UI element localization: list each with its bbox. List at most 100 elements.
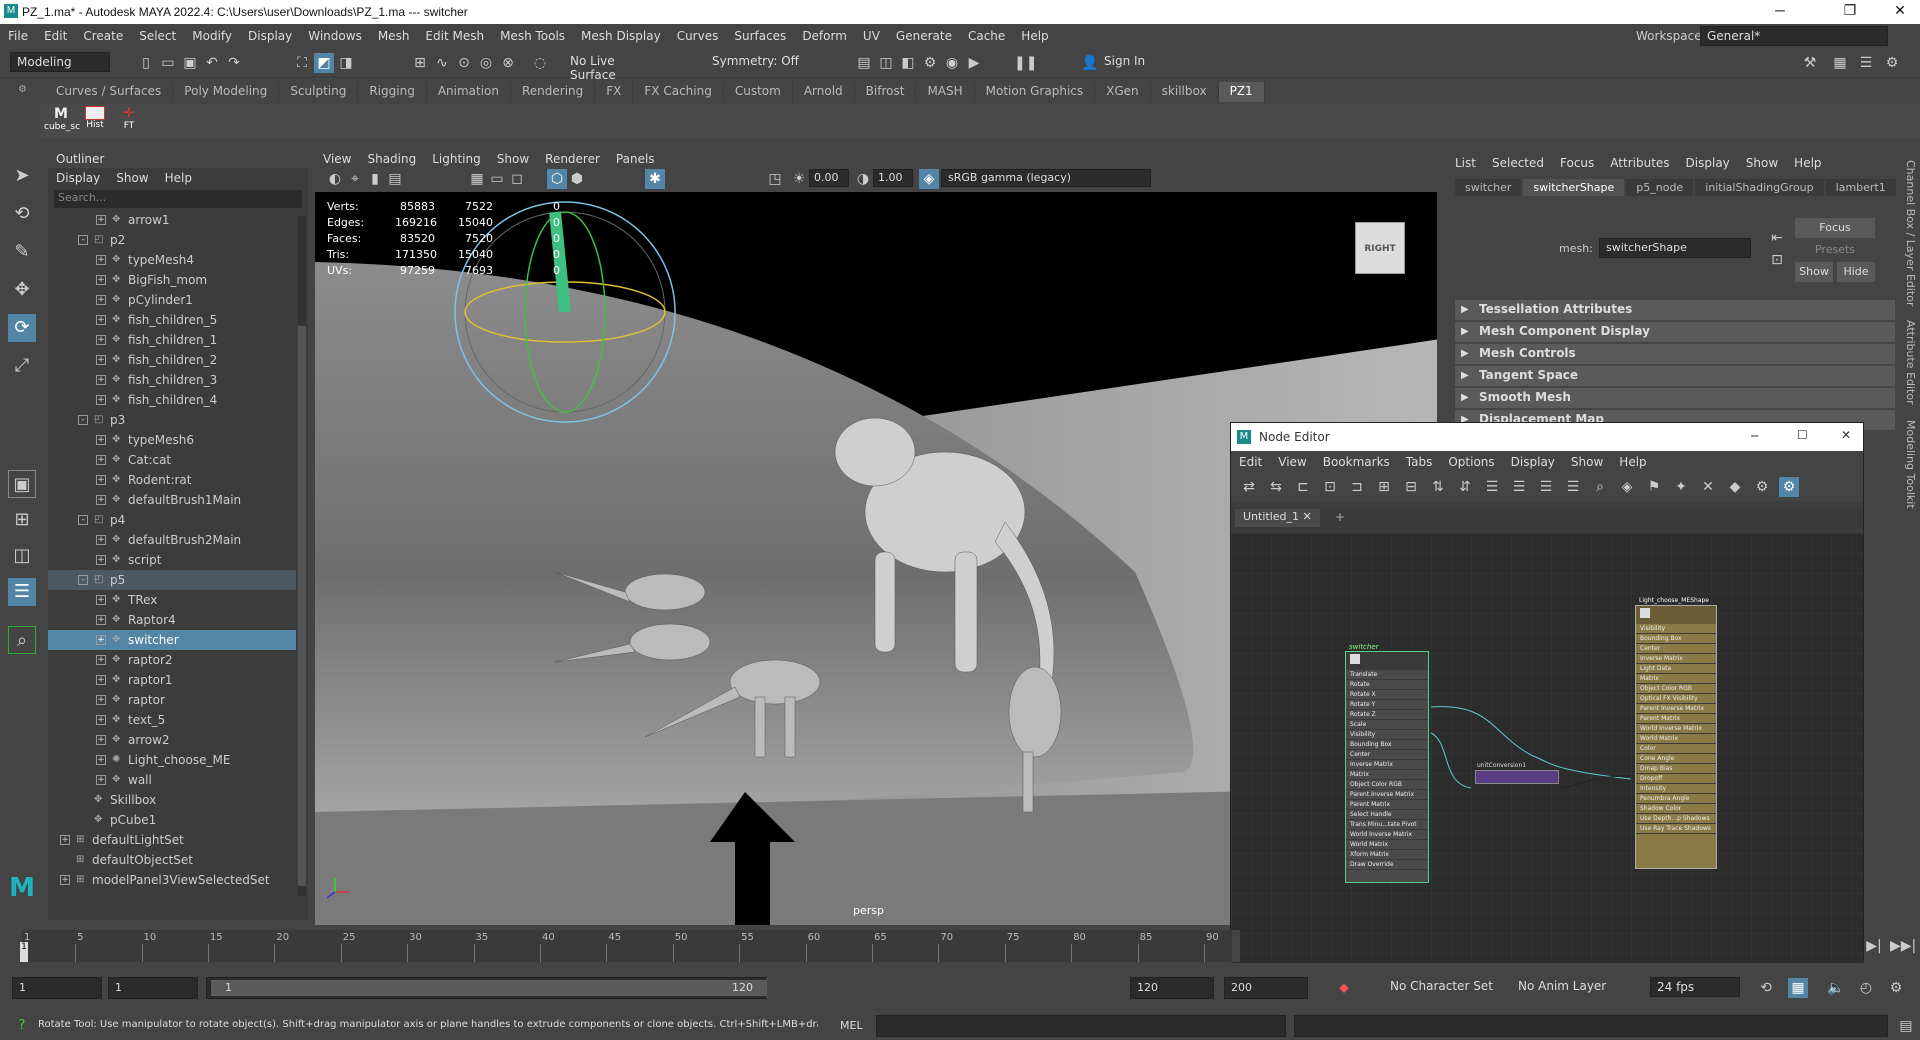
paint-select-icon[interactable]: ✎ — [8, 238, 36, 266]
ne-menu-help[interactable]: Help — [1611, 455, 1654, 469]
shelf-button-hist[interactable]: Hist — [80, 106, 110, 136]
node-attribute[interactable]: Translate — [1346, 670, 1428, 680]
ae-menu-attributes[interactable]: Attributes — [1602, 156, 1677, 170]
outliner-item[interactable]: + ✥ Rodent:rat — [48, 470, 296, 490]
viewport-menu-panels[interactable]: Panels — [608, 152, 663, 166]
render-frame-icon[interactable]: ◫ — [876, 53, 896, 73]
outliner-item[interactable]: + ✥ Raptor4 — [48, 610, 296, 630]
four-view-icon[interactable]: ⊞ — [8, 506, 36, 534]
tab-untitled[interactable]: Untitled_1 ✕ — [1235, 509, 1320, 527]
expand-icon[interactable]: + — [96, 255, 106, 265]
outliner-item[interactable]: + ✥ fish_children_4 — [48, 390, 296, 410]
redo-icon[interactable]: ↷ — [224, 53, 244, 73]
clear-icon[interactable]: ✕ — [1698, 477, 1718, 497]
shelf-tab-arnold[interactable]: Arnold — [793, 82, 855, 102]
node-attribute[interactable]: Trans Minu...tate Pivot — [1346, 820, 1428, 830]
expand-icon[interactable]: + — [96, 555, 106, 565]
pause-render-icon[interactable]: ❚❚ — [1014, 53, 1037, 73]
menu-mesh-display[interactable]: Mesh Display — [573, 29, 669, 43]
character-set-dropdown[interactable]: No Character Set — [1384, 977, 1500, 997]
outliner-item[interactable]: + ✥ raptor1 — [48, 670, 296, 690]
outliner-item[interactable]: + ✥ fish_children_2 — [48, 350, 296, 370]
menu-mesh[interactable]: Mesh — [370, 29, 418, 43]
outliner-item[interactable]: + ✥ text_5 — [48, 710, 296, 730]
expand-icon[interactable]: + — [96, 275, 106, 285]
attribute-editor-icon[interactable]: ☰ — [1856, 53, 1876, 73]
menu-help[interactable]: Help — [1013, 29, 1056, 43]
node-attribute[interactable]: Matrix — [1636, 674, 1716, 684]
copy-tab-icon[interactable]: ⊡ — [1767, 250, 1787, 270]
outliner-menu-help[interactable]: Help — [157, 171, 200, 185]
node-attribute[interactable]: Matrix — [1346, 770, 1428, 780]
shelf-tab-curves-surfaces[interactable]: Curves / Surfaces — [45, 82, 174, 102]
outliner-item[interactable]: + ✥ typeMesh4 — [48, 250, 296, 270]
new-scene-icon[interactable]: ▯ — [136, 53, 156, 73]
ae-menu-show[interactable]: Show — [1738, 156, 1786, 170]
outliner-item[interactable]: - ◰ p4 — [48, 510, 296, 530]
collapse-icon[interactable]: - — [78, 575, 88, 585]
node-attribute[interactable]: Rotate Z — [1346, 710, 1428, 720]
save-icon[interactable]: ⇄ — [1239, 477, 1259, 497]
focus-button[interactable]: Focus — [1795, 218, 1875, 238]
menu-mesh-tools[interactable]: Mesh Tools — [492, 29, 573, 43]
bookmark-icon[interactable]: ✦ — [1671, 477, 1691, 497]
outliner-item[interactable]: + ✥ TRex — [48, 590, 296, 610]
expand-icon[interactable]: + — [96, 355, 106, 365]
ae-tab-switchershape[interactable]: switcherShape — [1523, 178, 1625, 196]
camera-select-icon[interactable]: ◐ — [325, 169, 345, 189]
shelf-tab-skillbox[interactable]: skillbox — [1151, 82, 1219, 102]
menu-file[interactable]: File — [0, 29, 36, 43]
resolution-gate-icon[interactable]: ◻ — [507, 169, 527, 189]
shelf-tab-fx-caching[interactable]: FX Caching — [633, 82, 724, 102]
node-attribute[interactable]: World Inverse Matrix — [1636, 724, 1716, 734]
graph-up-icon[interactable]: ⇅ — [1428, 477, 1448, 497]
ae-section-tessellation-attributes[interactable]: Tessellation Attributes — [1455, 300, 1895, 320]
ae-menu-selected[interactable]: Selected — [1484, 156, 1552, 170]
start-time-field[interactable]: 1 — [12, 977, 102, 999]
node-attribute[interactable]: Scale — [1346, 720, 1428, 730]
node-attribute[interactable]: Rotate X — [1346, 690, 1428, 700]
persp-outliner-icon[interactable]: ◫ — [8, 542, 36, 570]
active-mode-icon[interactable]: ⚙ — [1779, 477, 1799, 497]
expand-icon[interactable]: + — [96, 635, 106, 645]
menu-display[interactable]: Display — [240, 29, 300, 43]
ae-menu-list[interactable]: List — [1447, 156, 1484, 170]
ae-section-smooth-mesh[interactable]: Smooth Mesh — [1455, 388, 1895, 408]
node-attribute[interactable]: Use Ray Trace Shadows — [1636, 824, 1716, 834]
grid-icon[interactable]: ▦ — [467, 169, 487, 189]
custom-mode-icon[interactable]: ☰ — [1563, 477, 1583, 497]
wireframe-icon[interactable]: ⬡ — [547, 169, 567, 189]
grid-snap-icon[interactable]: ◈ — [1617, 477, 1637, 497]
node-attribute[interactable]: Xform Matrix — [1346, 850, 1428, 860]
menu-curves[interactable]: Curves — [669, 29, 727, 43]
expand-icon[interactable]: + — [96, 535, 106, 545]
outliner-item[interactable]: + ✥ fish_children_3 — [48, 370, 296, 390]
render-view-icon[interactable]: ▤ — [854, 53, 874, 73]
gamma-icon[interactable]: ◑ — [853, 169, 873, 189]
node-attribute[interactable]: Inverse Matrix — [1636, 654, 1716, 664]
outliner-item[interactable]: + ✥ typeMesh6 — [48, 430, 296, 450]
node-attribute[interactable]: Visibility — [1346, 730, 1428, 740]
outliner-item[interactable]: ✥ pCube1 — [48, 810, 296, 830]
node-attribute[interactable]: Parent Matrix — [1636, 714, 1716, 724]
node-attribute[interactable]: Dmap Bias — [1636, 764, 1716, 774]
ae-section-mesh-controls[interactable]: Mesh Controls — [1455, 344, 1895, 364]
step-forward-icon[interactable]: ▶| — [1864, 936, 1884, 956]
menu-uv[interactable]: UV — [855, 29, 888, 43]
presets-button[interactable]: Presets — [1795, 240, 1875, 260]
node-attribute[interactable]: Cone Angle — [1636, 754, 1716, 764]
ae-section-mesh-component-display[interactable]: Mesh Component Display — [1455, 322, 1895, 342]
menu-create[interactable]: Create — [75, 29, 131, 43]
outliner-item[interactable]: + ✥ defaultBrush2Main — [48, 530, 296, 550]
shelf-tab-mash[interactable]: MASH — [916, 82, 975, 102]
end-time-field[interactable]: 200 — [1224, 977, 1308, 999]
simple-mode-icon[interactable]: ☰ — [1482, 477, 1502, 497]
snap-surface-icon[interactable]: ◎ — [476, 53, 496, 73]
arnold-render-icon[interactable]: ▶ — [964, 53, 984, 73]
shelf-options-icon[interactable]: ⚙ — [18, 84, 32, 132]
graph-down-icon[interactable]: ⇵ — [1455, 477, 1475, 497]
expand-icon[interactable]: + — [96, 615, 106, 625]
tag-icon[interactable]: ◆ — [1725, 477, 1745, 497]
full-mode-icon[interactable]: ☰ — [1536, 477, 1556, 497]
shelf-button-cube-sc[interactable]: M cube_sc — [44, 106, 80, 136]
